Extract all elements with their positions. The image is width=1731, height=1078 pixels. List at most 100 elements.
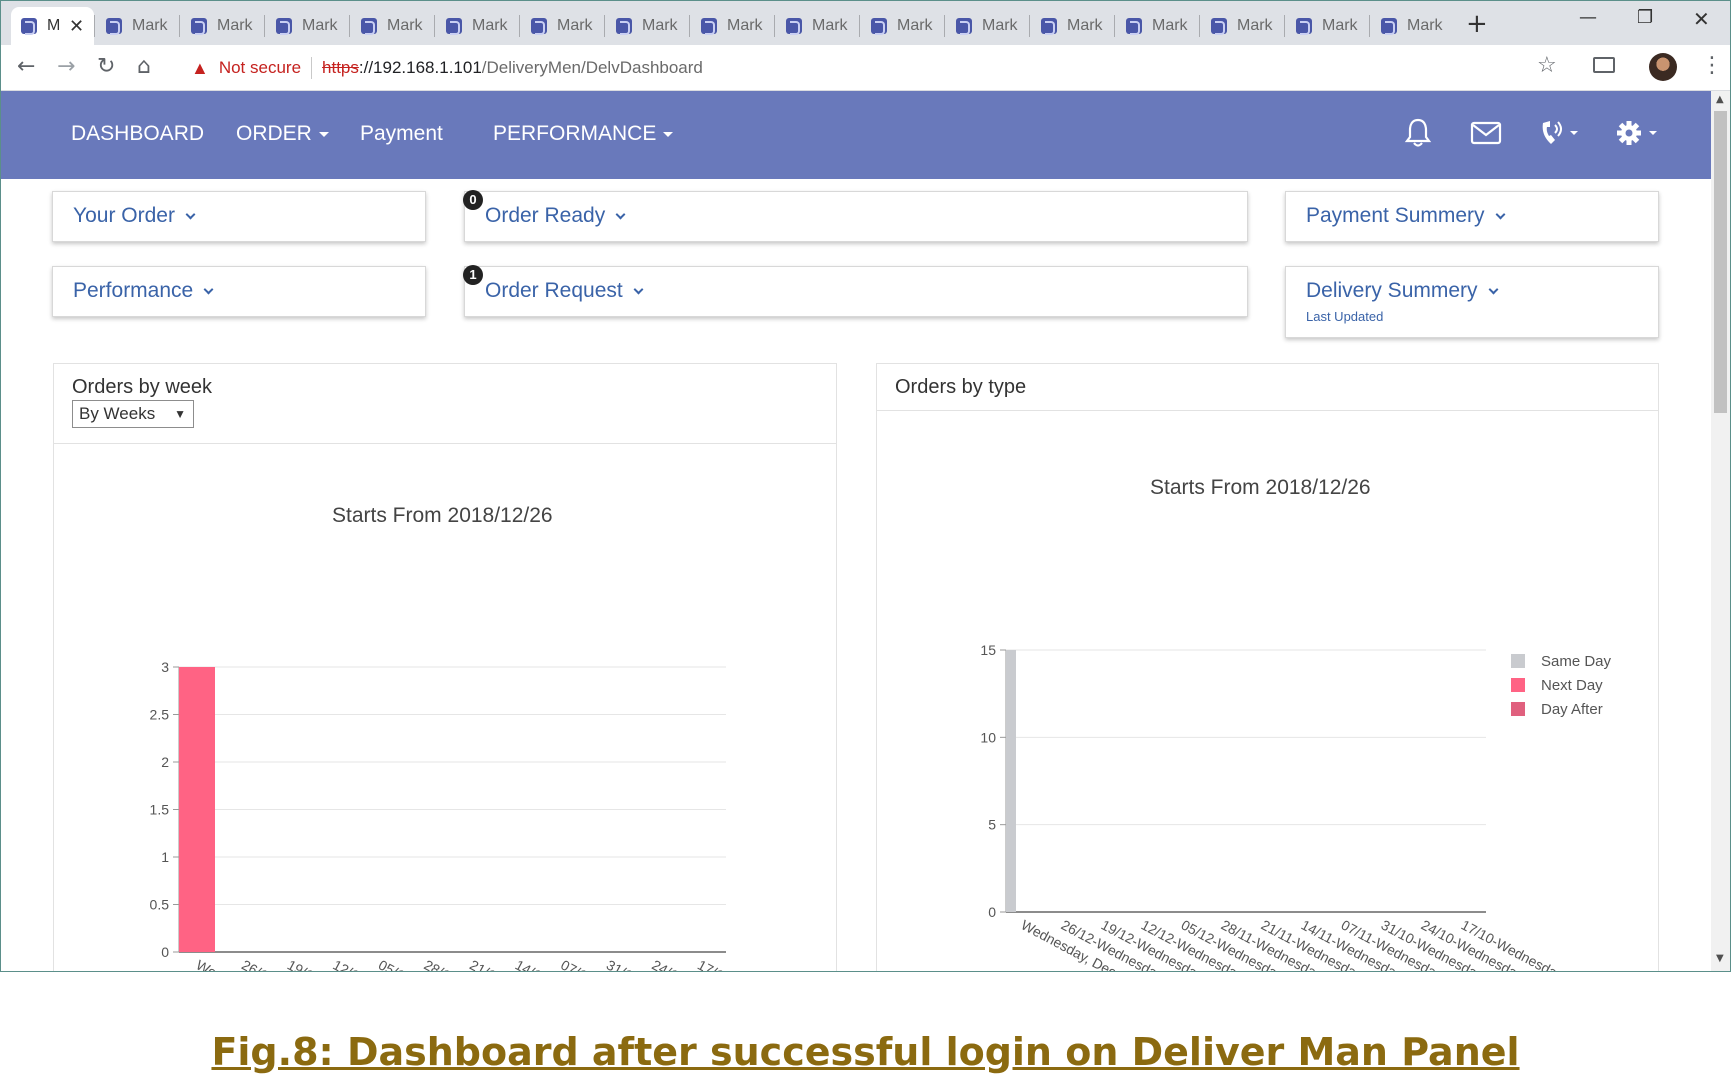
browser-tab[interactable]: Mark [351,7,434,45]
browser-tab[interactable]: Mark [861,7,944,45]
tab-separator [264,15,265,37]
browser-toolbar: ← → ↻ ⌂ ▲ Not secure https://192.168.1.1… [1,45,1730,91]
browser-tab[interactable]: Mark [1201,7,1284,45]
mail-icon[interactable] [1470,117,1502,156]
close-tab-icon[interactable]: ✕ [69,16,84,37]
home-icon[interactable]: ⌂ [137,54,151,79]
minimize-button[interactable]: — [1579,7,1597,28]
bookmark-star-icon[interactable]: ☆ [1537,53,1557,78]
orders-by-week-header: Orders by week By Weeks ▼ [54,364,836,444]
phone-signal-icon[interactable] [1537,117,1581,156]
browser-tab[interactable]: Mark [266,7,349,45]
performance-card[interactable]: Performance [52,266,426,317]
tab-separator [434,15,435,37]
tab-title: Mark [812,17,848,34]
site-favicon-icon [531,18,547,35]
close-window-button[interactable]: ✕ [1693,7,1710,31]
orders-by-type-header: Orders by type [877,364,1658,411]
chevron-down-icon [633,284,644,295]
tab-separator [1114,15,1115,37]
browser-tab[interactable]: Mark [606,7,689,45]
nav-payment[interactable]: Payment [360,122,443,146]
delivery-summery-card[interactable]: Delivery Summery Last Updated [1285,266,1659,338]
y-tick-label: 0 [988,904,996,920]
figure-caption-text: Fig.8: Dashboard after successful login … [211,1030,1520,1074]
chevron-down-icon [615,209,626,220]
order-ready-label: Order Ready [485,204,606,227]
tab-title: Mark [1152,17,1188,34]
restore-button[interactable]: ❐ [1637,7,1653,28]
scroll-down-arrow-icon[interactable]: ▼ [1716,953,1724,964]
nav-dashboard[interactable]: DASHBOARD [71,122,204,146]
order-request-card[interactable]: 1 Order Request [463,265,1248,317]
site-favicon-icon [956,18,972,35]
url-protocol: https [322,58,359,77]
nav-order[interactable]: ORDER [236,122,329,146]
tab-title: Mark [1067,17,1103,34]
scroll-thumb[interactable] [1714,111,1727,413]
forward-arrow-icon[interactable]: → [57,54,75,79]
performance-title: Performance [73,279,214,303]
url-path: /DeliveryMen/DelvDashboard [481,58,703,77]
legend-swatch [1511,702,1525,716]
reload-icon[interactable]: ↻ [97,54,115,79]
nav-performance-label: PERFORMANCE [493,122,657,145]
tab-separator [349,15,350,37]
week-grouping-select[interactable]: By Weeks ▼ [72,400,194,428]
your-order-card[interactable]: Your Order [52,191,426,242]
browser-tab[interactable]: M ✕ [11,7,94,45]
tab-title: M [47,17,61,34]
browser-tab[interactable]: Mark [436,7,519,45]
browser-tab[interactable]: Mark [181,7,264,45]
orders-by-week-title: Orders by week [72,376,213,398]
page-scrollbar[interactable]: ▲ ▼ [1711,91,1730,971]
nav-performance[interactable]: PERFORMANCE [493,122,674,146]
tab-separator [1369,15,1370,37]
browser-tab[interactable]: Mark [1286,7,1369,45]
security-label[interactable]: Not secure [219,58,301,78]
browser-menu-icon[interactable]: ⋮ [1701,53,1723,78]
week-grouping-value: By Weeks [79,404,156,423]
select-arrow-icon: ▼ [174,407,186,421]
site-favicon-icon [1126,18,1142,35]
y-tick-label: 2.5 [150,707,170,723]
bell-icon[interactable] [1403,117,1433,156]
orders-by-type-title: Orders by type [895,376,1027,398]
browser-tab[interactable]: Mark [96,7,179,45]
tab-title: Mark [217,17,253,34]
performance-label: Performance [73,279,194,302]
site-favicon-icon [276,18,292,35]
order-ready-card[interactable]: 0 Order Ready [463,190,1248,242]
tab-title: Mark [557,17,593,34]
tab-separator [1284,15,1285,37]
bar [179,667,215,952]
back-arrow-icon[interactable]: ← [17,54,35,79]
delivery-summery-title: Delivery Summery [1306,279,1498,303]
browser-tab[interactable]: Mark [691,7,774,45]
tab-title: Mark [472,17,508,34]
profile-avatar[interactable] [1649,53,1677,81]
browser-tab[interactable]: Mark [1371,7,1454,45]
browser-window: M ✕ Mark Mark Mark Mark Mark Mark Mark Mark Mark Ma… [0,0,1731,972]
browser-tab[interactable]: Mark [776,7,859,45]
browser-tab[interactable]: Mark [521,7,604,45]
chevron-down-icon [203,284,214,295]
gear-icon[interactable] [1615,117,1661,156]
scroll-up-arrow-icon[interactable]: ▲ [1716,94,1724,105]
delivery-summery-label: Delivery Summery [1306,279,1478,302]
cast-icon[interactable] [1593,57,1615,73]
orders-by-type-panel: Orders by type Starts From 2018/12/26 05… [876,363,1659,971]
site-favicon-icon [1041,18,1057,35]
legend-label: Next Day [1541,677,1603,694]
x-tick-label: 17/10-W [695,957,750,972]
legend-swatch [1511,654,1525,668]
new-tab-button[interactable]: + [1466,9,1488,39]
browser-tab[interactable]: Mark [946,7,1029,45]
browser-tab[interactable]: Mark [1031,7,1114,45]
orders-by-week-panel: Orders by week By Weeks ▼ Starts From 20… [53,363,837,972]
warning-icon: ▲ [191,57,209,78]
address-bar[interactable]: ▲ Not secure https://192.168.1.101/Deliv… [179,50,1555,86]
browser-tab[interactable]: Mark [1116,7,1199,45]
order-ready-badge: 0 [463,190,483,210]
payment-summery-card[interactable]: Payment Summery [1285,191,1659,242]
